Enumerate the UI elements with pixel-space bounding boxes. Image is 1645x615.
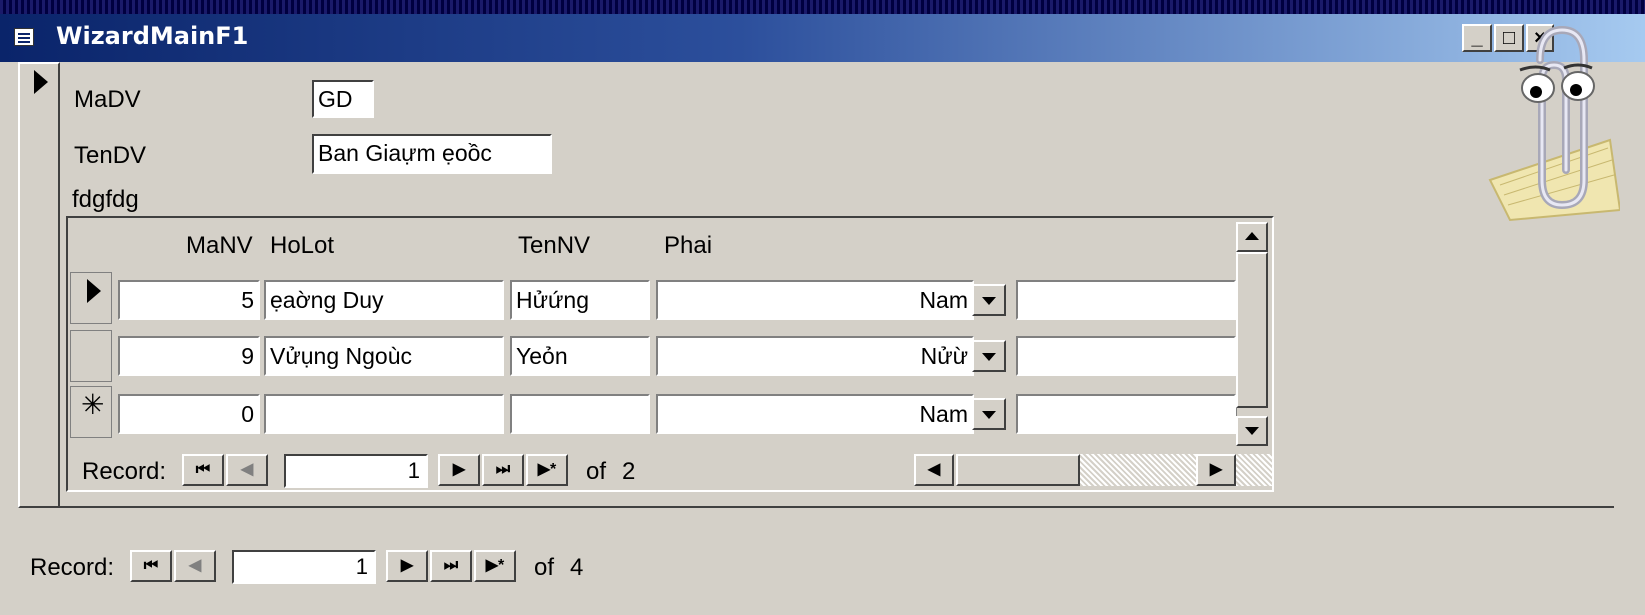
phai-dropdown-icon[interactable]	[972, 340, 1006, 372]
phai-dropdown-icon[interactable]	[972, 398, 1006, 430]
scroll-down-button[interactable]	[1236, 416, 1268, 446]
cell-holot[interactable]: Vửụng Ngoùc	[264, 336, 504, 376]
cell-manv[interactable]: 9	[118, 336, 260, 376]
next-record-button[interactable]: ▶	[438, 454, 480, 486]
cell-tennv[interactable]: Hửứng	[510, 280, 650, 320]
first-record-button[interactable]: ⏮	[182, 454, 224, 486]
form-divider	[60, 506, 1614, 508]
new-record-button[interactable]: ▶*	[526, 454, 568, 486]
cell-holot[interactable]: ẹaờng Duy	[264, 280, 504, 320]
subform-record-number[interactable]: 1	[284, 454, 428, 488]
tendv-label: TenDV	[74, 142, 147, 169]
background-strip	[0, 0, 1645, 14]
cell-phai[interactable]: Nửừ	[656, 336, 974, 376]
main-total-records: 4	[570, 554, 584, 581]
cell-extra[interactable]	[1016, 336, 1236, 376]
madv-label: MaDV	[74, 86, 141, 113]
subform-label: fdgfdg	[72, 186, 139, 213]
col-header-tennv[interactable]: TenNV	[518, 232, 590, 260]
row-selector-new[interactable]: ✳	[70, 386, 112, 438]
prev-icon: ◀	[240, 461, 254, 478]
main-record-number[interactable]: 1	[232, 550, 376, 584]
last-icon: ⏭	[495, 461, 511, 478]
last-record-button[interactable]: ⏭	[482, 454, 524, 486]
cell-tennv[interactable]: Yeỏn	[510, 336, 650, 376]
col-header-phai[interactable]: Phai	[664, 232, 712, 260]
record-selector[interactable]	[18, 62, 60, 508]
new-icon: ▶*	[537, 461, 557, 478]
current-record-icon	[87, 279, 101, 303]
main-record-label: Record:	[30, 554, 115, 581]
cell-manv[interactable]: 0	[118, 394, 260, 434]
main-last-record-button[interactable]: ⏭	[430, 550, 472, 582]
scroll-up-button[interactable]	[1236, 222, 1268, 252]
arrow-right-icon: ▶	[1209, 461, 1223, 478]
next-icon: ▶	[400, 557, 414, 574]
tendv-field[interactable]: Ban Giaựm ẹoồc	[312, 134, 552, 174]
last-icon: ⏭	[443, 557, 459, 574]
window-title: WizardMainF1	[56, 22, 249, 50]
row-selector-2[interactable]	[70, 330, 112, 382]
phai-dropdown-icon[interactable]	[972, 284, 1006, 316]
arrow-left-icon: ◀	[927, 461, 941, 478]
new-icon: ▶*	[485, 557, 505, 574]
arrow-up-icon	[1245, 232, 1259, 240]
current-record-icon	[34, 70, 48, 94]
office-assistant-icon[interactable]	[1480, 20, 1620, 230]
madv-field[interactable]: GD	[312, 80, 374, 118]
main-first-record-button[interactable]: ⏮	[130, 550, 172, 582]
first-icon: ⏮	[143, 557, 159, 574]
row-selector-1[interactable]	[70, 272, 112, 324]
main-next-record-button[interactable]: ▶	[386, 550, 428, 582]
horizontal-scroll-thumb[interactable]	[956, 454, 1080, 486]
scroll-thumb[interactable]	[1236, 252, 1268, 408]
first-icon: ⏮	[195, 461, 211, 478]
next-icon: ▶	[452, 461, 466, 478]
main-new-record-button[interactable]: ▶*	[474, 550, 516, 582]
main-of-label: of	[534, 554, 555, 581]
cell-phai[interactable]: Nam	[656, 394, 974, 434]
cell-phai[interactable]: Nam	[656, 280, 974, 320]
scroll-left-button[interactable]: ◀	[914, 454, 954, 486]
form-icon	[14, 28, 34, 46]
arrow-down-icon	[1245, 427, 1259, 435]
cell-holot[interactable]	[264, 394, 504, 434]
prev-icon: ◀	[188, 557, 202, 574]
new-record-icon: ✳	[81, 389, 105, 420]
scroll-right-button[interactable]: ▶	[1196, 454, 1236, 486]
subform-record-label: Record:	[82, 458, 167, 485]
cell-extra[interactable]	[1016, 394, 1236, 434]
subform-total-records: 2	[622, 458, 636, 485]
cell-tennv[interactable]	[510, 394, 650, 434]
prev-record-button[interactable]: ◀	[226, 454, 268, 486]
subform-of-label: of	[586, 458, 607, 485]
col-header-holot[interactable]: HoLot	[270, 232, 334, 260]
cell-extra[interactable]	[1016, 280, 1236, 320]
cell-manv[interactable]: 5	[118, 280, 260, 320]
col-header-manv[interactable]: MaNV	[186, 232, 253, 260]
main-prev-record-button[interactable]: ◀	[174, 550, 216, 582]
